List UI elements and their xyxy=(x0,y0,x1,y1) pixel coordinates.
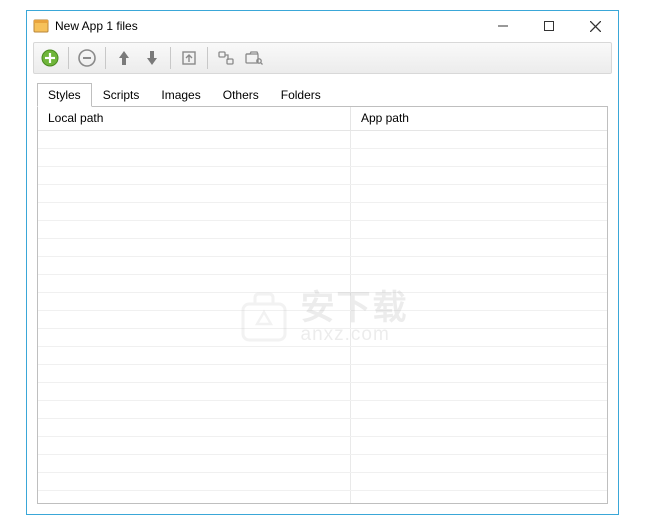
table-row[interactable] xyxy=(38,239,607,257)
move-down-button[interactable] xyxy=(140,46,164,70)
toolbar-separator xyxy=(105,47,106,69)
table-row[interactable] xyxy=(38,401,607,419)
toolbar-separator xyxy=(170,47,171,69)
column-headers: Local path App path xyxy=(38,107,607,131)
column-label: App path xyxy=(361,111,409,125)
add-button[interactable] xyxy=(38,46,62,70)
maximize-button[interactable] xyxy=(526,11,572,41)
link-button[interactable] xyxy=(214,46,238,70)
table-row[interactable] xyxy=(38,365,607,383)
window-controls xyxy=(480,11,618,41)
table-row[interactable] xyxy=(38,149,607,167)
table-row[interactable] xyxy=(38,167,607,185)
minimize-button[interactable] xyxy=(480,11,526,41)
column-header-app-path[interactable]: App path xyxy=(351,107,607,131)
tab-others[interactable]: Others xyxy=(212,83,270,106)
list-view[interactable]: Local path App path 安下载 anxz.com xyxy=(37,106,608,504)
tab-strip: Styles Scripts Images Others Folders xyxy=(37,82,608,106)
table-row[interactable] xyxy=(38,257,607,275)
column-header-local-path[interactable]: Local path xyxy=(38,107,351,131)
titlebar[interactable]: New App 1 files xyxy=(27,11,618,41)
tab-label: Scripts xyxy=(103,88,140,102)
tab-styles[interactable]: Styles xyxy=(37,83,92,107)
tab-folders[interactable]: Folders xyxy=(270,83,332,106)
table-row[interactable] xyxy=(38,473,607,491)
open-button[interactable] xyxy=(177,46,201,70)
table-row[interactable] xyxy=(38,275,607,293)
tab-label: Folders xyxy=(281,88,321,102)
dialog-window: New App 1 files xyxy=(26,10,619,515)
move-up-button[interactable] xyxy=(112,46,136,70)
table-row[interactable] xyxy=(38,203,607,221)
window-title: New App 1 files xyxy=(55,19,138,33)
table-row[interactable] xyxy=(38,419,607,437)
toolbar-separator xyxy=(68,47,69,69)
app-icon xyxy=(33,18,49,34)
toolbar xyxy=(33,42,612,74)
table-row[interactable] xyxy=(38,455,607,473)
close-button[interactable] xyxy=(572,11,618,41)
table-row[interactable] xyxy=(38,329,607,347)
table-row[interactable] xyxy=(38,311,607,329)
tab-label: Styles xyxy=(48,88,81,102)
table-row[interactable] xyxy=(38,347,607,365)
table-row[interactable] xyxy=(38,491,607,503)
table-row[interactable] xyxy=(38,383,607,401)
tab-label: Images xyxy=(161,88,200,102)
table-row[interactable] xyxy=(38,185,607,203)
column-label: Local path xyxy=(48,111,103,125)
table-row[interactable] xyxy=(38,293,607,311)
toolbar-separator xyxy=(207,47,208,69)
browse-button[interactable] xyxy=(242,46,266,70)
table-row[interactable] xyxy=(38,131,607,149)
tab-scripts[interactable]: Scripts xyxy=(92,83,151,106)
table-row[interactable] xyxy=(38,437,607,455)
tab-label: Others xyxy=(223,88,259,102)
table-row[interactable] xyxy=(38,221,607,239)
tab-images[interactable]: Images xyxy=(150,83,211,106)
remove-button[interactable] xyxy=(75,46,99,70)
grid-body[interactable]: 安下载 anxz.com xyxy=(38,131,607,503)
